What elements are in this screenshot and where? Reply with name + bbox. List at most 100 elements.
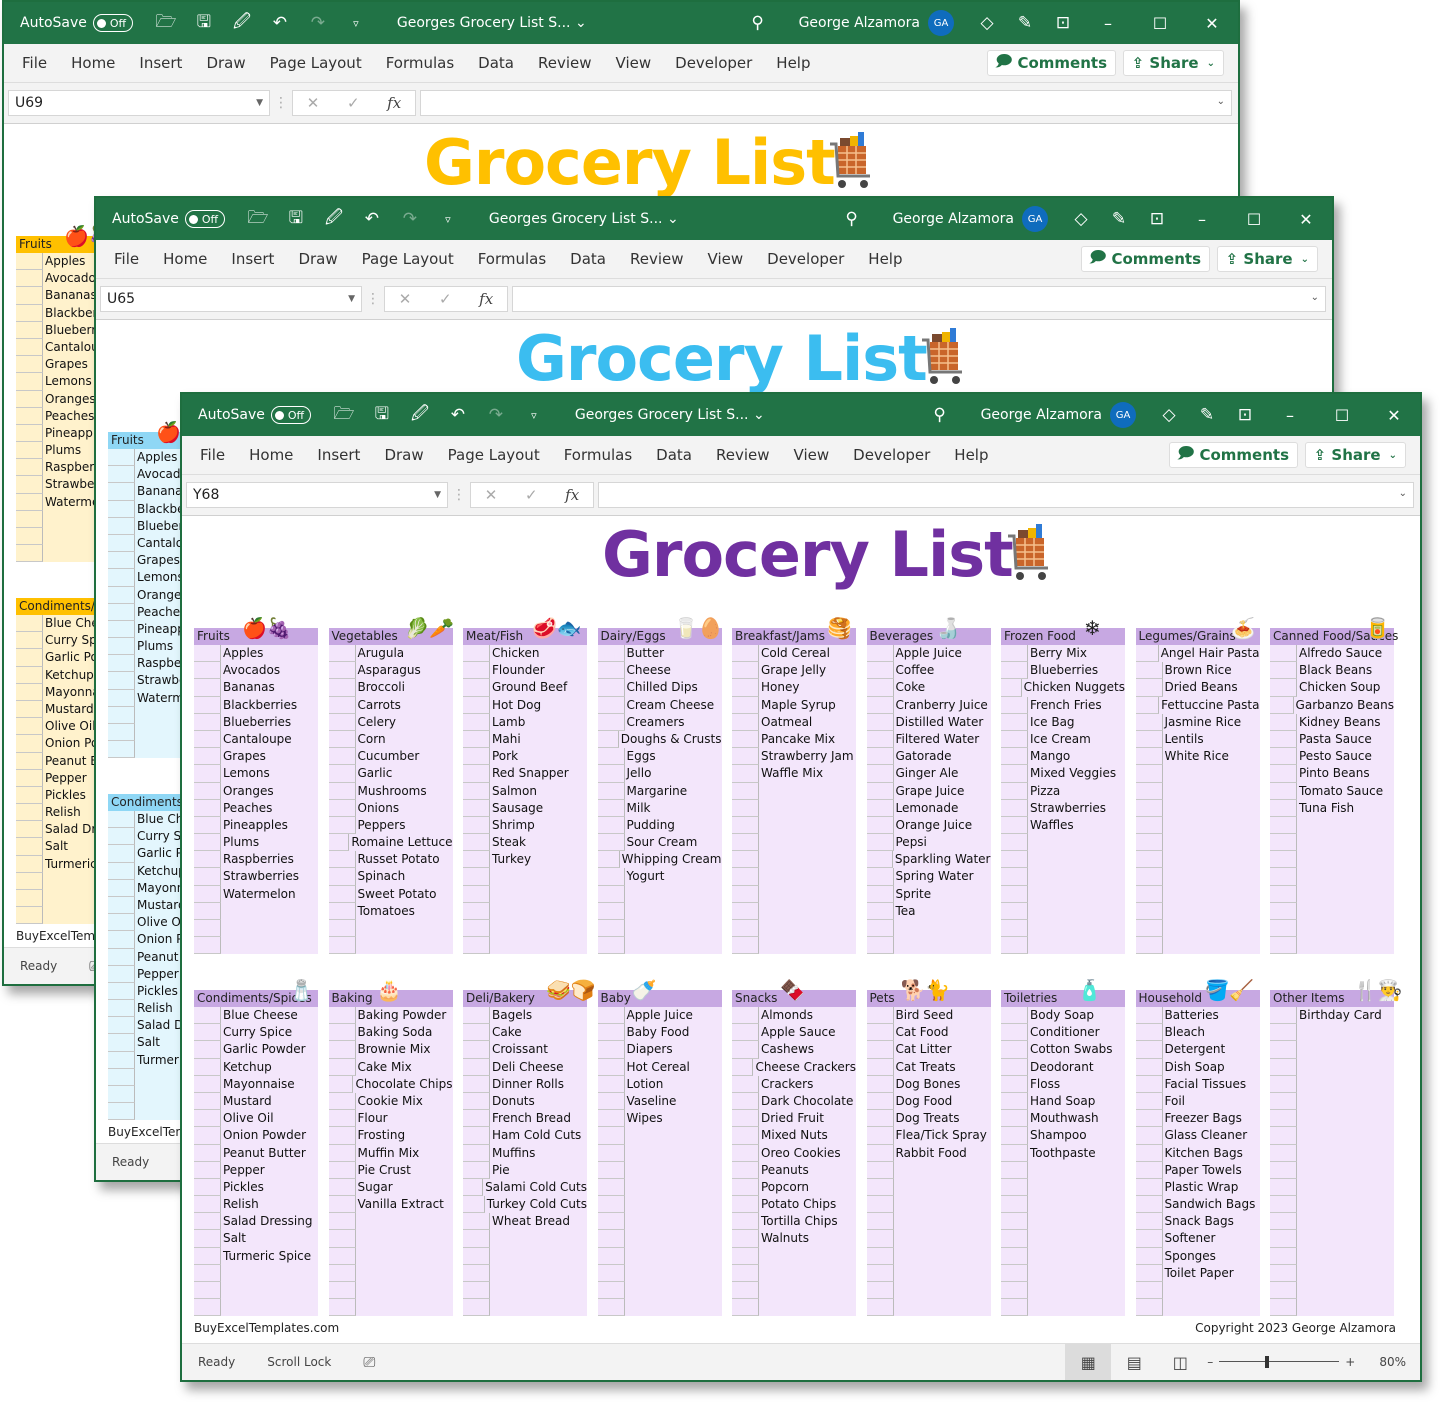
checkbox-cell[interactable]	[108, 1051, 135, 1069]
item-name[interactable]: Cat Treats	[894, 1059, 956, 1076]
checkbox-cell[interactable]	[1001, 748, 1028, 766]
item-name[interactable]: Mustard	[43, 701, 94, 718]
item-name[interactable]: Pepper	[43, 770, 87, 787]
item-name[interactable]: Peaches	[135, 604, 186, 621]
checkbox-cell[interactable]	[866, 1024, 894, 1042]
item-name[interactable]	[1297, 834, 1299, 851]
item-name[interactable]	[894, 1213, 896, 1230]
item-name[interactable]	[1163, 783, 1165, 800]
item-name[interactable]: Cantaloupe	[221, 731, 292, 748]
item-name[interactable]	[1163, 886, 1165, 903]
checkbox-cell[interactable]	[1001, 696, 1028, 714]
checkbox-cell[interactable]	[866, 1213, 894, 1231]
checkbox-cell[interactable]	[16, 510, 43, 528]
comments-button[interactable]: 🗩 Comments	[986, 50, 1116, 76]
comments-button[interactable]: 🗩 Comments	[1080, 246, 1210, 272]
checkbox-cell[interactable]	[463, 868, 490, 886]
item-name[interactable]: Pie Crust	[356, 1162, 411, 1179]
avatar[interactable]: GA	[1022, 206, 1048, 232]
item-name[interactable]	[625, 937, 627, 954]
checkbox-cell[interactable]	[108, 931, 135, 949]
item-name[interactable]: Hot Dog	[490, 697, 541, 714]
item-name[interactable]	[1297, 1248, 1299, 1265]
checkbox-cell[interactable]	[1135, 730, 1163, 749]
checkbox-cell[interactable]	[732, 765, 759, 783]
item-name[interactable]: Apple Juice	[894, 645, 962, 662]
item-name[interactable]: Frosting	[356, 1127, 406, 1144]
checkbox-cell[interactable]	[1270, 851, 1297, 869]
checkbox-cell[interactable]	[463, 748, 490, 766]
item-name[interactable]: Relish	[221, 1196, 259, 1213]
customize-toolbar-icon[interactable]: ▿	[515, 409, 553, 422]
checkbox-cell[interactable]	[1001, 1075, 1028, 1093]
checkbox-cell[interactable]	[16, 321, 43, 339]
checkbox-cell[interactable]	[463, 679, 490, 697]
tab-draw[interactable]: Draw	[194, 54, 257, 72]
item-name[interactable]	[625, 1127, 627, 1144]
checkbox-cell[interactable]	[108, 811, 135, 829]
item-name[interactable]: Grape Juice	[894, 783, 965, 800]
avatar[interactable]: GA	[928, 10, 954, 36]
item-name[interactable]	[1028, 903, 1030, 920]
item-name[interactable]	[894, 1265, 896, 1282]
tab-page-layout[interactable]: Page Layout	[350, 250, 466, 268]
item-name[interactable]: Apple Sauce	[759, 1024, 836, 1041]
item-name[interactable]	[1297, 1162, 1299, 1179]
checkbox-cell[interactable]	[328, 1110, 356, 1128]
checkbox-cell[interactable]	[1001, 834, 1028, 852]
checkbox-cell[interactable]	[463, 1247, 490, 1265]
checkbox-cell[interactable]	[108, 638, 135, 656]
item-name[interactable]: Pasta Sauce	[1297, 731, 1372, 748]
checkbox-cell[interactable]	[194, 834, 221, 852]
item-name[interactable]	[1028, 1179, 1030, 1196]
item-name[interactable]	[490, 886, 492, 903]
checkbox-cell[interactable]	[732, 1058, 754, 1076]
item-name[interactable]: Peppers	[356, 817, 406, 834]
item-name[interactable]: Blackberries	[221, 697, 297, 714]
checkbox-cell[interactable]	[16, 872, 43, 890]
checkbox-cell[interactable]	[194, 782, 221, 800]
redo-icon[interactable]: ↷	[299, 13, 337, 33]
checkbox-cell[interactable]	[463, 1264, 490, 1282]
checkbox-cell[interactable]	[1001, 730, 1028, 749]
checkbox-cell[interactable]	[194, 696, 221, 714]
item-name[interactable]	[356, 1230, 358, 1247]
checkbox-cell[interactable]	[866, 730, 894, 749]
checkbox-cell[interactable]	[328, 902, 356, 920]
checkbox-cell[interactable]	[108, 724, 135, 742]
checkbox-cell[interactable]	[108, 586, 135, 604]
checkbox-cell[interactable]	[732, 1092, 759, 1111]
item-name[interactable]: Cream Cheese	[625, 697, 715, 714]
item-name[interactable]: Chilled Dips	[625, 679, 698, 696]
item-name[interactable]	[759, 903, 761, 920]
checkbox-cell[interactable]	[1001, 1127, 1028, 1145]
checkbox-cell[interactable]	[866, 1110, 894, 1128]
item-name[interactable]	[490, 868, 492, 885]
item-name[interactable]	[135, 724, 137, 741]
item-name[interactable]: Apple Juice	[625, 1007, 693, 1024]
checkbox-cell[interactable]	[1135, 645, 1159, 663]
checkbox-cell[interactable]	[463, 1161, 490, 1179]
checkbox-cell[interactable]	[732, 937, 759, 955]
item-name[interactable]: Freezer Bags	[1163, 1110, 1242, 1127]
item-name[interactable]: Vanilla Extract	[356, 1196, 444, 1213]
checkbox-cell[interactable]	[1135, 902, 1163, 920]
item-name[interactable]: Dog Food	[894, 1093, 953, 1110]
item-name[interactable]: Flour	[356, 1110, 388, 1127]
checkbox-cell[interactable]	[16, 804, 43, 822]
item-name[interactable]: Curry Spice	[221, 1024, 292, 1041]
item-name[interactable]	[1297, 817, 1299, 834]
item-name[interactable]: Potato Chips	[759, 1196, 836, 1213]
checkbox-cell[interactable]	[732, 851, 759, 869]
item-name[interactable]: French Bread	[490, 1110, 571, 1127]
checkbox-cell[interactable]	[1135, 851, 1163, 869]
item-name[interactable]: Butter	[625, 645, 665, 662]
item-name[interactable]	[1028, 1248, 1030, 1265]
item-name[interactable]: Lemons	[221, 765, 270, 782]
item-name[interactable]: Mayonnaise	[221, 1076, 295, 1093]
checkbox-cell[interactable]	[732, 1007, 759, 1025]
checkbox-cell[interactable]	[328, 696, 356, 714]
item-name[interactable]: Garlic Powder	[221, 1041, 306, 1058]
checkbox-cell[interactable]	[1001, 1178, 1028, 1197]
avatar[interactable]: GA	[1110, 402, 1136, 428]
